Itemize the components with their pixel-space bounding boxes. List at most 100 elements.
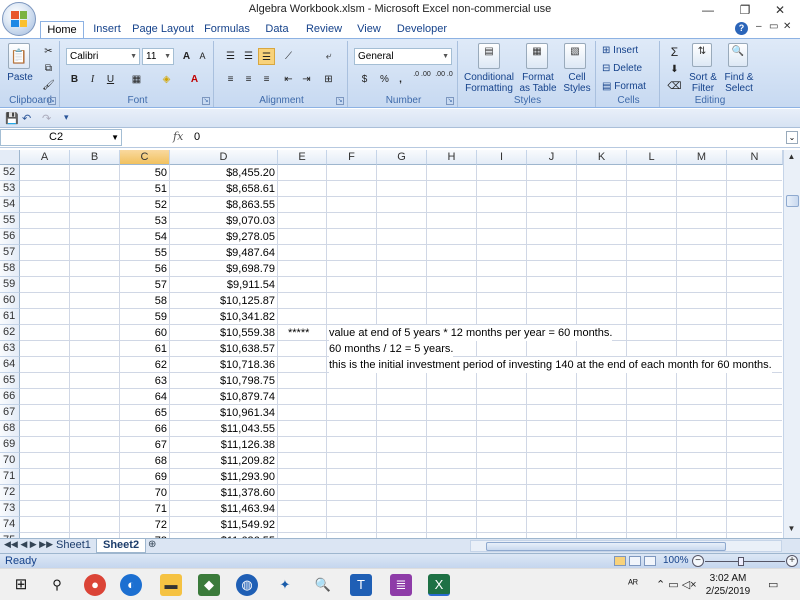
comma-button[interactable]: , [392,71,409,88]
currency-button[interactable]: $ [356,71,373,88]
format-cells-button[interactable]: ▤ Format [602,81,646,92]
insert-sheet-icon[interactable]: ⊕ [148,539,156,550]
people-icon[interactable]: ᴬᴿ [628,578,638,590]
row-header[interactable]: 56 [0,229,20,245]
font-color-icon[interactable]: A [186,71,203,88]
column-header-h[interactable]: H [427,150,477,165]
select-all-corner[interactable] [0,150,20,165]
cell-d[interactable]: $9,070.03 [170,213,278,229]
align-bottom-icon[interactable]: ☰ [258,48,275,65]
paste-icon[interactable]: 📋 [8,43,30,69]
name-box[interactable]: C2 ▼ [0,129,122,146]
row-header[interactable]: 62 [0,325,20,341]
shrink-font-button[interactable]: A [194,48,211,65]
align-right-icon[interactable]: ≡ [258,71,275,88]
chrome-icon[interactable]: ● [84,574,106,596]
network-app-icon[interactable]: ✦ [274,574,296,596]
windows-start-icon[interactable]: ⊞ [10,574,32,596]
row-header[interactable]: 73 [0,501,20,517]
page-break-view-icon[interactable] [644,556,656,566]
vertical-scrollbar[interactable]: ▲ ▼ [783,150,800,538]
column-header-l[interactable]: L [627,150,677,165]
browser-icon[interactable]: ◐ [120,574,142,596]
italic-button[interactable]: I [84,71,101,88]
cell-d[interactable]: $10,718.36 [170,357,278,373]
cell-c[interactable]: 59 [120,309,170,325]
vertical-scroll-thumb[interactable] [786,195,799,207]
conditional-formatting-icon[interactable]: ▤ [478,43,500,69]
cell-e[interactable]: ***** [288,325,309,341]
cell-d[interactable]: $9,278.05 [170,229,278,245]
format-as-table-button[interactable]: Format as Table [518,72,558,94]
column-header-f[interactable]: F [327,150,377,165]
row-header[interactable]: 63 [0,341,20,357]
bold-button[interactable]: B [66,71,83,88]
delete-cells-button[interactable]: ⊟ Delete [602,63,642,74]
alignment-launcher-icon[interactable]: ↘ [336,97,344,105]
column-header-m[interactable]: M [677,150,727,165]
customize-qat-icon[interactable]: ▾ [64,112,69,123]
clipboard-launcher-icon[interactable]: ↘ [48,97,56,105]
notifications-icon[interactable]: ▭ [768,578,778,591]
horizontal-scrollbar[interactable] [470,540,782,552]
cell-c[interactable]: 70 [120,485,170,501]
percent-button[interactable]: % [376,71,393,88]
expand-formula-bar-icon[interactable]: ⌄ [786,131,798,144]
save-icon[interactable]: 💾 [5,112,19,125]
cell-c[interactable]: 53 [120,213,170,229]
zoom-slider-thumb[interactable] [738,557,744,566]
align-center-icon[interactable]: ≡ [240,71,257,88]
decrease-indent-icon[interactable]: ⇤ [280,71,297,88]
cell-d[interactable]: $10,798.75 [170,373,278,389]
column-header-j[interactable]: J [527,150,577,165]
cell-c[interactable]: 52 [120,197,170,213]
stack-app-icon[interactable]: ≣ [390,574,412,596]
autosum-button[interactable]: Σ [666,44,683,61]
row-header[interactable]: 53 [0,181,20,197]
row-header[interactable]: 65 [0,373,20,389]
cell-d[interactable]: $8,863.55 [170,197,278,213]
ribbon-minimize-icon[interactable]: – [756,21,762,32]
fill-color-icon[interactable]: ◈ [158,71,175,88]
cell-c[interactable]: 57 [120,277,170,293]
cell-c[interactable]: 67 [120,437,170,453]
tab-formulas[interactable]: Formulas [202,21,252,38]
column-header-g[interactable]: G [377,150,427,165]
ribbon-restore-icon[interactable]: ▭ [769,21,778,32]
clock[interactable]: 3:02 AM 2/25/2019 [704,572,752,598]
cell-d[interactable]: $11,126.38 [170,437,278,453]
insert-cells-button[interactable]: ⊞ Insert [602,45,638,56]
align-left-icon[interactable]: ≡ [222,71,239,88]
column-header-n[interactable]: N [727,150,783,165]
increase-indent-icon[interactable]: ⇥ [298,71,315,88]
minimize-button[interactable]: — [688,0,728,20]
row-header[interactable]: 64 [0,357,20,373]
redo-icon[interactable]: ↷ [42,112,51,125]
cell-f[interactable]: 60 months / 12 = 5 years. [329,341,454,357]
horizontal-scroll-thumb[interactable] [486,542,726,551]
tab-developer[interactable]: Developer [396,21,448,38]
row-header[interactable]: 57 [0,245,20,261]
cell-c[interactable]: 55 [120,245,170,261]
cell-styles-icon[interactable]: ▧ [564,43,586,69]
search-icon[interactable]: ⚲ [46,574,68,596]
row-header[interactable]: 55 [0,213,20,229]
find-select-button[interactable]: Find & Select [722,72,756,94]
cut-icon[interactable]: ✂ [40,43,57,60]
find-select-icon[interactable]: 🔍 [728,43,748,67]
column-header-i[interactable]: I [477,150,527,165]
borders-icon[interactable]: ▦ [128,71,145,88]
row-header[interactable]: 69 [0,437,20,453]
align-middle-icon[interactable]: ☰ [240,48,257,65]
cell-d[interactable]: $11,293.90 [170,469,278,485]
column-header-e[interactable]: E [278,150,327,165]
row-header[interactable]: 52 [0,165,20,181]
format-painter-icon[interactable]: 🖌 [40,77,57,94]
format-as-table-icon[interactable]: ▦ [526,43,548,69]
tab-review[interactable]: Review [304,21,344,38]
cell-c[interactable]: 66 [120,421,170,437]
cell-f[interactable]: this is the initial investment period of… [329,357,772,373]
row-header[interactable]: 72 [0,485,20,501]
cell-d[interactable]: $11,378.60 [170,485,278,501]
tab-page-layout[interactable]: Page Layout [132,21,194,38]
